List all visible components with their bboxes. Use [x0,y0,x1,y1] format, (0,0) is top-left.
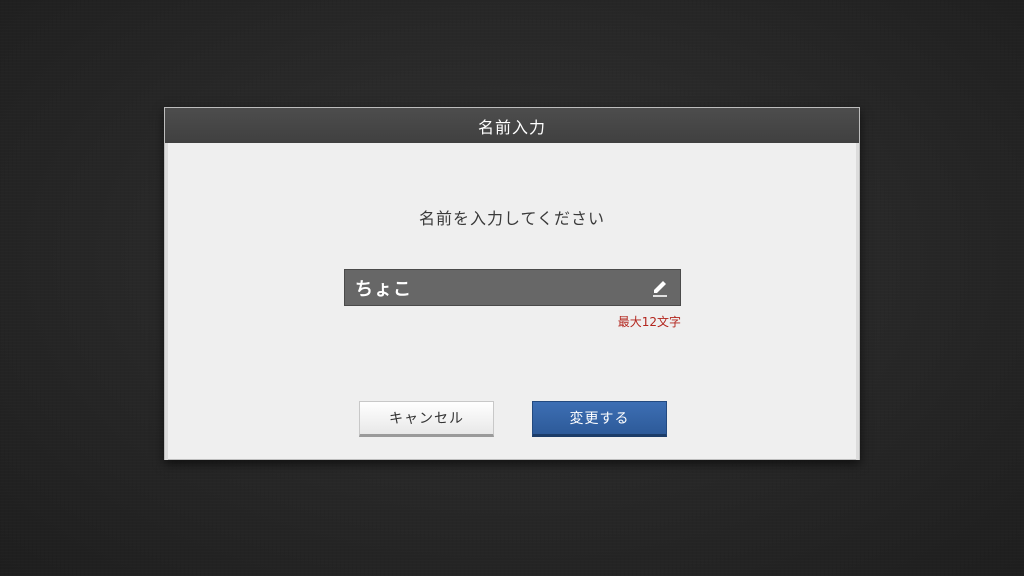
dialog-prompt: 名前を入力してください [418,209,606,228]
name-input-value[interactable]: ちょこ [355,275,650,301]
name-input-field[interactable]: ちょこ [344,269,681,306]
dialog-header: 名前入力 [165,108,859,143]
name-input-dialog: 名前入力 名前を入力してください ちょこ 最大12文字 キャンセル 変更する [164,107,860,460]
cancel-button[interactable]: キャンセル [359,401,494,437]
dialog-title: 名前入力 [477,117,546,137]
confirm-button-label: 変更する [569,411,630,427]
cancel-button-label: キャンセル [389,411,464,427]
confirm-change-button[interactable]: 変更する [532,401,667,437]
pencil-icon[interactable] [650,278,670,298]
character-limit-note: 最大12文字 [617,315,681,329]
dialog-body: 名前を入力してください ちょこ 最大12文字 キャンセル 変更する [165,143,859,460]
